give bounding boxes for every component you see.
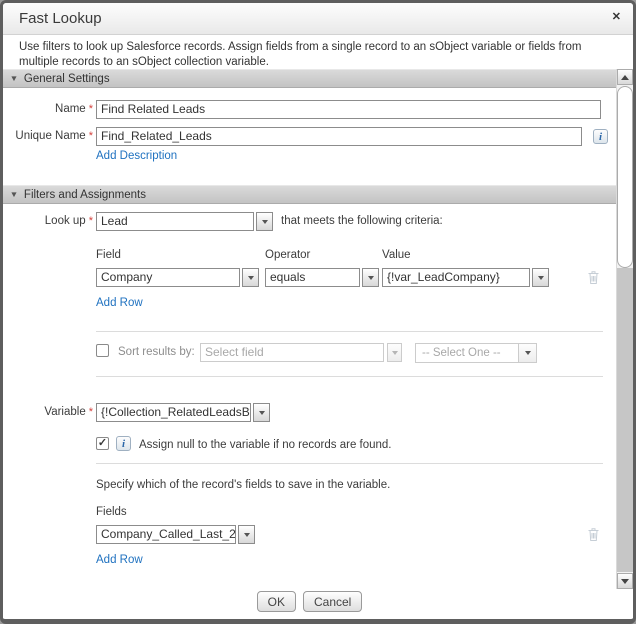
required-asterisk: * [89, 100, 93, 119]
name-label: Name* [3, 100, 93, 119]
dialog-inner: Fast Lookup ✕ Use filters to look up Sal… [3, 3, 633, 619]
dialog-title: Fast Lookup [19, 3, 102, 35]
column-header-value: Value [382, 249, 411, 261]
sort-order-dropdown-button [518, 344, 536, 362]
trash-icon[interactable] [587, 270, 600, 290]
filter-field-input[interactable]: Company [96, 268, 240, 287]
divider [96, 376, 603, 377]
dropdown-arrow-icon [525, 351, 531, 355]
lookup-object-input[interactable]: Lead [96, 212, 254, 231]
dropdown-arrow-icon [538, 276, 544, 280]
trash-icon[interactable] [587, 527, 600, 547]
specify-fields-text: Specify which of the record's fields to … [96, 479, 390, 491]
filter-value-dropdown-button[interactable] [532, 268, 549, 287]
filter-operator-dropdown-button[interactable] [362, 268, 379, 287]
scrollbar-track[interactable] [617, 268, 633, 572]
section-header-filters-assignments[interactable]: ▼ Filters and Assignments [3, 185, 616, 204]
vertical-scrollbar[interactable] [616, 69, 633, 589]
assign-null-label: Assign null to the variable if no record… [139, 439, 392, 451]
info-icon[interactable]: i [593, 129, 608, 144]
cancel-button[interactable]: Cancel [303, 591, 362, 612]
unique-name-input[interactable]: Find_Related_Leads [96, 127, 582, 146]
ok-button[interactable]: OK [257, 591, 296, 612]
fast-lookup-dialog: Fast Lookup ✕ Use filters to look up Sal… [0, 0, 636, 624]
name-input[interactable]: Find Related Leads [96, 100, 601, 119]
add-field-row-link[interactable]: Add Row [96, 554, 143, 566]
variable-dropdown-button[interactable] [253, 403, 270, 422]
lookup-object-dropdown-button[interactable] [256, 212, 273, 231]
close-icon[interactable]: ✕ [612, 10, 621, 24]
variable-input[interactable]: {!Collection_RelatedLeadsByComp [96, 403, 251, 422]
variable-label: Variable* [3, 403, 93, 422]
assign-null-checkbox[interactable]: ✓ [96, 437, 109, 450]
column-header-field: Field [96, 249, 121, 261]
info-icon[interactable]: i [116, 436, 131, 451]
dropdown-arrow-icon [368, 276, 374, 280]
arrow-up-icon [621, 75, 629, 80]
criteria-text: that meets the following criteria: [281, 215, 443, 227]
footer: OK Cancel [3, 591, 616, 612]
filter-operator-input[interactable]: equals [265, 268, 360, 287]
dropdown-arrow-icon [244, 533, 250, 537]
sort-field-input: Select field [200, 343, 384, 362]
title-bar: Fast Lookup ✕ [3, 3, 633, 35]
assignment-field-dropdown-button[interactable] [238, 525, 255, 544]
dropdown-arrow-icon [392, 351, 398, 355]
divider [96, 463, 603, 464]
sort-results-checkbox[interactable] [96, 344, 109, 357]
section-header-general-settings[interactable]: ▼ General Settings [3, 69, 616, 88]
sort-results-label: Sort results by: [118, 346, 195, 358]
dropdown-arrow-icon [259, 411, 265, 415]
add-filter-row-link[interactable]: Add Row [96, 297, 143, 309]
collapse-triangle-icon: ▼ [10, 190, 19, 199]
required-asterisk: * [89, 127, 93, 146]
required-asterisk: * [89, 212, 93, 231]
filter-field-dropdown-button[interactable] [242, 268, 259, 287]
section-title: Filters and Assignments [24, 189, 146, 201]
check-icon: ✓ [98, 438, 107, 449]
sort-field-dropdown-button [387, 343, 402, 362]
lookup-label: Look up* [3, 212, 93, 231]
assignment-field-input[interactable]: Company_Called_Last_24hrs__ [96, 525, 236, 544]
scrollbar-thumb[interactable] [617, 86, 633, 268]
fields-column-header: Fields [96, 506, 127, 518]
column-header-operator: Operator [265, 249, 310, 261]
add-description-link[interactable]: Add Description [96, 150, 177, 162]
sort-order-select: -- Select One -- [415, 343, 537, 363]
filter-value-input[interactable]: {!var_LeadCompany} [382, 268, 530, 287]
arrow-down-icon [621, 579, 629, 584]
dropdown-arrow-icon [262, 220, 268, 224]
dropdown-arrow-icon [248, 276, 254, 280]
section-title: General Settings [24, 73, 110, 85]
required-asterisk: * [89, 403, 93, 422]
scroll-up-button[interactable] [617, 69, 633, 85]
divider [96, 331, 603, 332]
dialog-description: Use filters to look up Salesforce record… [19, 40, 611, 70]
sort-order-value: -- Select One -- [416, 344, 518, 362]
unique-name-label: Unique Name* [3, 127, 93, 146]
scroll-down-button[interactable] [617, 573, 633, 589]
collapse-triangle-icon: ▼ [10, 74, 19, 83]
